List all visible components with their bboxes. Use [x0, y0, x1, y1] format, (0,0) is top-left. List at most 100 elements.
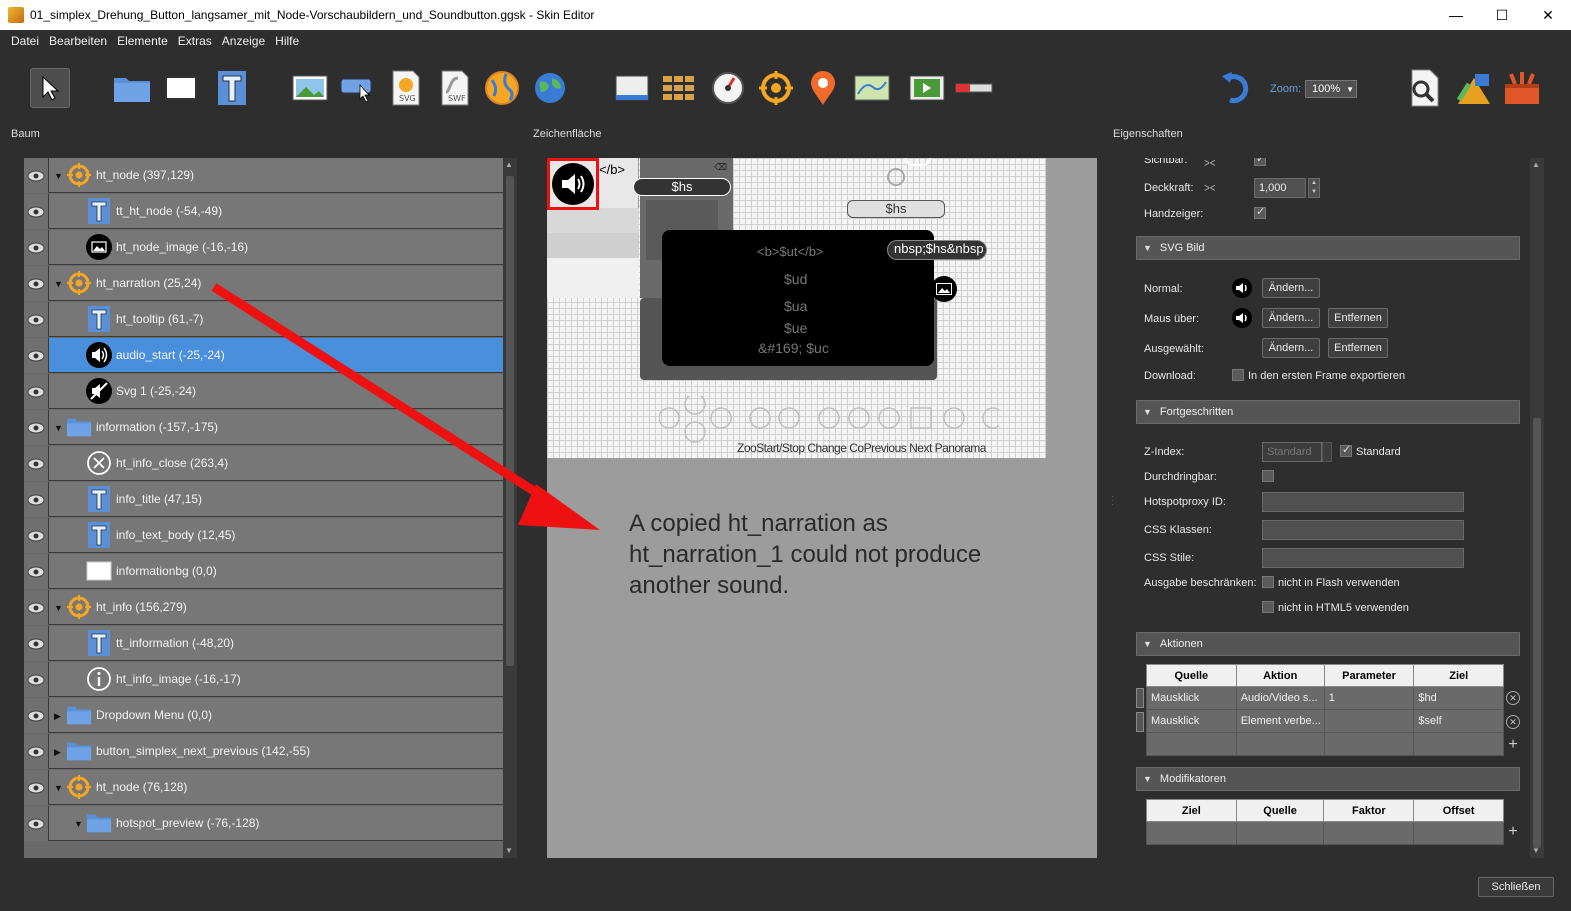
visibility-eye-icon[interactable] — [24, 698, 49, 733]
tree-row[interactable]: Svg 1 (-25,-24) — [24, 374, 503, 409]
menu-datei[interactable]: Datei — [6, 34, 44, 48]
table-cell[interactable]: Element verbe... — [1235, 709, 1325, 733]
collapsed-arrow-icon[interactable]: ▶ — [54, 747, 64, 757]
visibility-eye-icon[interactable] — [24, 806, 49, 841]
column-header[interactable]: Ziel — [1413, 664, 1504, 687]
visibility-eye-icon[interactable] — [24, 194, 49, 229]
tree-scrollbar[interactable]: ▲ ▼ — [503, 158, 517, 858]
column-header[interactable]: Quelle — [1235, 799, 1325, 822]
splitter-handle[interactable]: · · · — [1111, 493, 1115, 511]
tree-row[interactable]: info_title (47,15) — [24, 482, 503, 517]
visibility-eye-icon[interactable] — [24, 230, 49, 265]
menu-hilfe[interactable]: Hilfe — [270, 34, 304, 48]
minimize-button[interactable]: — — [1433, 0, 1479, 30]
no-flash-checkbox[interactable] — [1262, 576, 1274, 588]
text-tool-icon[interactable] — [212, 68, 252, 108]
panorama-globe-icon[interactable] — [482, 68, 522, 108]
drag-handle[interactable] — [1136, 688, 1144, 708]
expanded-arrow-icon[interactable]: ▼ — [54, 423, 64, 433]
permeable-checkbox[interactable] — [1262, 470, 1274, 482]
tree-row[interactable]: ht_tooltip (61,-7) — [24, 302, 503, 337]
element-tree[interactable]: ▼ ht_node (397,129) tt_ht_node (-54,-49) ht… — [24, 158, 503, 858]
splitter-handle[interactable]: · · · — [531, 493, 535, 511]
visibility-eye-icon[interactable] — [24, 338, 49, 373]
properties-scrollbar[interactable]: ▲ ▼ — [1530, 158, 1544, 858]
preview-icon[interactable] — [1404, 68, 1444, 108]
expanded-arrow-icon[interactable]: ▼ — [54, 171, 64, 181]
svg-tool-icon[interactable]: SVG — [386, 68, 426, 108]
visibility-eye-icon[interactable] — [24, 302, 49, 337]
tree-row[interactable]: ▶ Dropdown Menu (0,0) — [24, 698, 503, 733]
column-header[interactable]: Faktor — [1323, 799, 1415, 822]
visibility-eye-icon[interactable] — [24, 266, 49, 301]
table-cell[interactable] — [1235, 821, 1325, 845]
tree-row[interactable]: ▼ ht_node (397,129) — [24, 158, 503, 193]
remove-action-icon[interactable]: ✕ — [1506, 715, 1520, 729]
expanded-arrow-icon[interactable]: ▼ — [54, 783, 64, 793]
menu-extras[interactable]: Extras — [173, 34, 217, 48]
visibility-eye-icon[interactable] — [24, 590, 49, 625]
grid-tool-icon[interactable] — [659, 68, 699, 108]
advanced-section-header[interactable]: ▼ Fortgeschritten — [1136, 400, 1520, 424]
table-cell[interactable]: Audio/Video s... — [1235, 686, 1325, 710]
table-cell[interactable] — [1235, 732, 1325, 756]
tree-row[interactable]: ▼ ht_narration (25,24) — [24, 266, 503, 301]
table-cell[interactable] — [1146, 732, 1237, 756]
table-cell[interactable]: Mausklick — [1146, 709, 1237, 733]
css-classes-input[interactable] — [1262, 520, 1464, 540]
skin-stage[interactable]: </b> ⌫ $hs <b>$ut</b> nbsp;$hs&nbsp $ud … — [547, 158, 1046, 458]
tree-row[interactable]: informationbg (0,0) — [24, 554, 503, 589]
visibility-eye-icon[interactable] — [24, 554, 49, 589]
tree-row[interactable]: ▼ information (-157,-175) — [24, 410, 503, 445]
no-html5-checkbox[interactable] — [1262, 601, 1274, 613]
remove-selected-button[interactable]: Entfernen — [1328, 338, 1388, 358]
select-tool-icon[interactable] — [30, 68, 70, 108]
window-tool-icon[interactable] — [612, 68, 652, 108]
table-cell[interactable]: 1 — [1323, 686, 1415, 710]
remove-mouseover-button[interactable]: Entfernen — [1328, 308, 1388, 328]
globe-tool-icon[interactable] — [530, 68, 570, 108]
opacity-spinner[interactable]: ▲ ▼ — [1308, 178, 1320, 198]
tree-row[interactable]: ht_node_image (-16,-16) — [24, 230, 503, 265]
table-cell[interactable] — [1413, 732, 1504, 756]
table-cell[interactable] — [1323, 732, 1415, 756]
table-cell[interactable] — [1323, 709, 1415, 733]
visibility-eye-icon[interactable] — [24, 482, 49, 517]
menu-elemente[interactable]: Elemente — [112, 34, 173, 48]
opacity-input[interactable]: 1,000 — [1254, 178, 1306, 198]
close-window-button[interactable]: ✕ — [1525, 0, 1571, 30]
hotspot-tool-icon[interactable] — [756, 68, 796, 108]
column-header[interactable]: Offset — [1413, 799, 1504, 822]
table-cell[interactable] — [1146, 821, 1237, 845]
export-first-frame-checkbox[interactable] — [1232, 369, 1244, 381]
visibility-eye-icon[interactable] — [24, 770, 49, 805]
map-pin-tool-icon[interactable] — [803, 68, 843, 108]
css-styles-input[interactable] — [1262, 548, 1464, 568]
table-cell[interactable] — [1323, 821, 1415, 845]
maximize-button[interactable]: ☐ — [1479, 0, 1525, 30]
rectangle-tool-icon[interactable] — [161, 68, 201, 108]
properties-scroll-thumb[interactable] — [1533, 418, 1541, 848]
svg-section-header[interactable]: ▼ SVG Bild — [1136, 236, 1520, 260]
video-tool-icon[interactable] — [907, 68, 947, 108]
tree-row[interactable]: ▼ ht_node (76,128) — [24, 770, 503, 805]
zindex-spinner[interactable] — [1322, 442, 1332, 462]
tree-row[interactable]: info_text_body (12,45) — [24, 518, 503, 553]
drag-handle[interactable] — [1136, 712, 1144, 732]
expanded-arrow-icon[interactable]: ▼ — [74, 819, 84, 829]
canvas-area[interactable]: </b> ⌫ $hs <b>$ut</b> nbsp;$hs&nbsp $ud … — [547, 158, 1097, 858]
folder-tool-icon[interactable] — [112, 68, 152, 108]
close-button[interactable]: Schließen — [1478, 877, 1554, 897]
button-tool-icon[interactable] — [338, 68, 378, 108]
swf-tool-icon[interactable]: SWF — [435, 68, 475, 108]
link-icon[interactable]: ⪥ — [1204, 158, 1215, 170]
toolbox-icon[interactable] — [1502, 68, 1542, 108]
actions-section-header[interactable]: ▼ Aktionen — [1136, 632, 1520, 656]
table-cell[interactable]: Mausklick — [1146, 686, 1237, 710]
table-cell[interactable]: $self — [1413, 709, 1504, 733]
change-selected-button[interactable]: Ändern... — [1262, 338, 1320, 358]
visibility-eye-icon[interactable] — [24, 374, 49, 409]
tree-row[interactable]: ▶ button_simplex_next_previous (142,-55) — [24, 734, 503, 769]
expanded-arrow-icon[interactable]: ▼ — [54, 603, 64, 613]
undo-icon[interactable] — [1216, 68, 1256, 108]
